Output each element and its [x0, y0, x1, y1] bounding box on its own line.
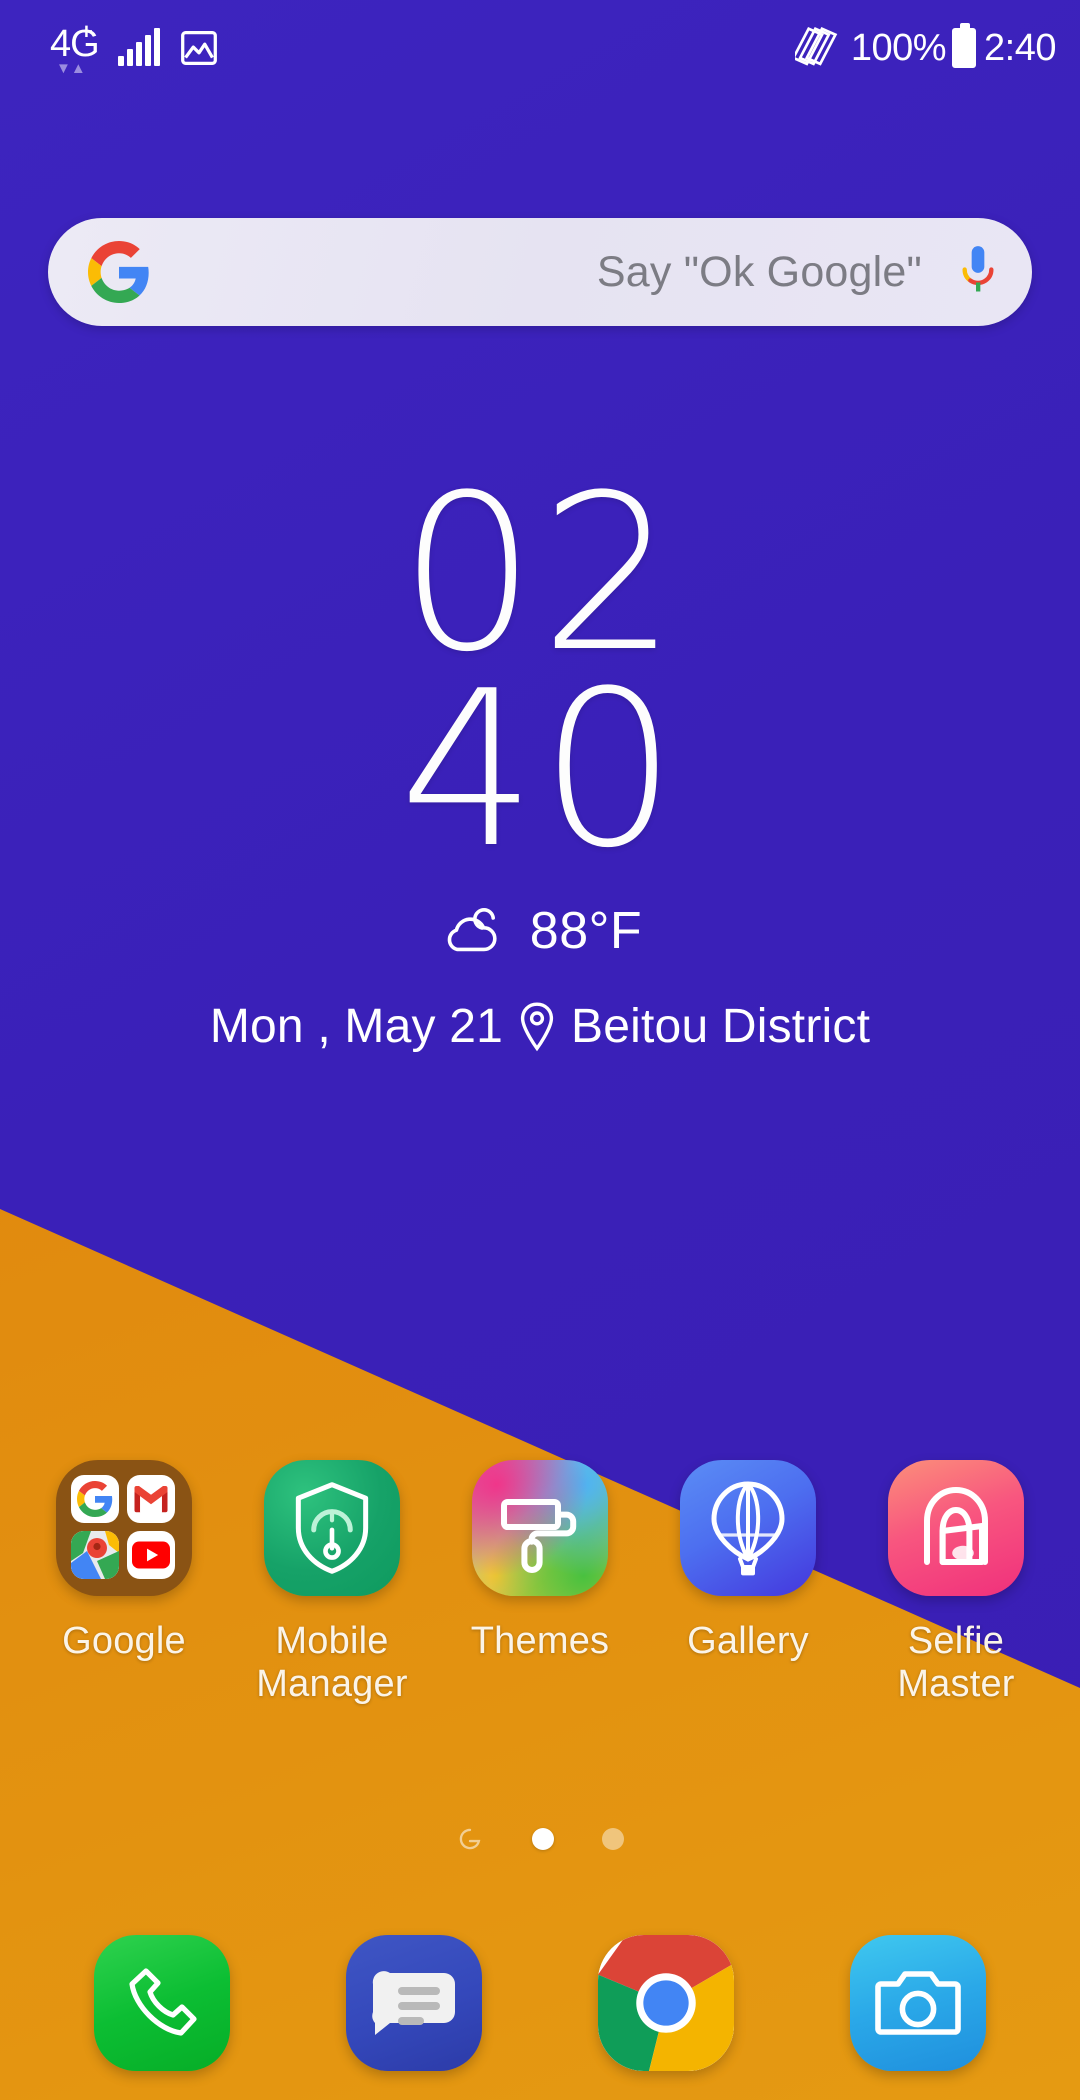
date-location-row[interactable]: Mon , May 21 Beitou District	[0, 999, 1080, 1054]
layered-cards-icon	[794, 26, 838, 66]
location-pin-icon	[520, 1002, 554, 1052]
network-type-icon: 4G + ▼▲	[50, 19, 102, 77]
app-label: Mobile Manager	[256, 1620, 408, 1705]
cloud-icon	[447, 908, 497, 952]
page-indicator[interactable]	[0, 1825, 1080, 1853]
gmail-icon	[127, 1475, 175, 1523]
app-themes[interactable]: Themes	[447, 1460, 633, 1663]
date-label: Mon , May 21	[209, 1000, 504, 1054]
network-plus-label: +	[80, 19, 93, 44]
dock	[0, 1935, 1080, 2071]
battery-full-icon	[952, 23, 977, 68]
status-bar-time: 2:40	[984, 26, 1056, 69]
search-placeholder[interactable]: Say "Ok Google"	[150, 248, 958, 297]
clock-hours: 02	[399, 448, 681, 699]
temperature-label: 88°F	[529, 902, 643, 961]
phone-handset-icon[interactable]	[94, 1935, 230, 2071]
location-label: Beitou District	[571, 1000, 871, 1054]
app-label: Themes	[470, 1620, 610, 1662]
app-selfie-master[interactable]: Selfie Master	[863, 1460, 1049, 1705]
chrome-icon[interactable]	[598, 1935, 734, 2071]
battery-percent-label: 100%	[850, 26, 947, 69]
clock-minutes: 40	[399, 643, 681, 895]
app-label: Gallery	[687, 1620, 809, 1662]
hot-air-balloon-icon[interactable]	[680, 1460, 816, 1596]
clock-weather-widget[interactable]: 02 40 88°F Mon , May 21 Beitou District	[0, 448, 1080, 1054]
message-bubble-icon[interactable]	[346, 1935, 482, 2071]
page-dot[interactable]	[602, 1828, 624, 1850]
google-folder-icon[interactable]	[56, 1460, 192, 1596]
google-search-bar[interactable]: Say "Ok Google"	[48, 218, 1032, 326]
google-mic-icon[interactable]	[958, 243, 998, 301]
app-grid: Google Mobile Manager Themes Gallery Sel…	[0, 1460, 1080, 1705]
weather-row[interactable]: 88°F	[0, 901, 1080, 961]
status-bar[interactable]: 4G + ▼▲ 100% 2:40	[0, 0, 1080, 96]
data-activity-arrows: ▼▲	[56, 60, 86, 77]
image-icon	[181, 31, 217, 65]
camera-icon[interactable]	[850, 1935, 986, 2071]
paint-roller-icon[interactable]	[472, 1460, 608, 1596]
shield-gauge-icon[interactable]	[264, 1460, 400, 1596]
google-g-icon[interactable]	[88, 241, 150, 303]
youtube-icon	[127, 1531, 175, 1579]
page-dot-active[interactable]	[532, 1828, 554, 1850]
signal-bars-icon	[118, 28, 160, 66]
status-bar-left: 4G + ▼▲	[50, 19, 222, 77]
app-label: Google	[62, 1620, 186, 1662]
selfie-face-icon[interactable]	[888, 1460, 1024, 1596]
maps-icon	[71, 1531, 119, 1579]
app-google-folder[interactable]: Google	[31, 1460, 217, 1663]
google-icon	[71, 1475, 119, 1523]
status-bar-right: 100% 2:40	[794, 23, 1056, 73]
app-label: Selfie Master	[897, 1620, 1015, 1705]
google-g-outline-icon[interactable]	[456, 1825, 484, 1853]
app-mobile-manager[interactable]: Mobile Manager	[239, 1460, 425, 1705]
app-gallery[interactable]: Gallery	[655, 1460, 841, 1663]
